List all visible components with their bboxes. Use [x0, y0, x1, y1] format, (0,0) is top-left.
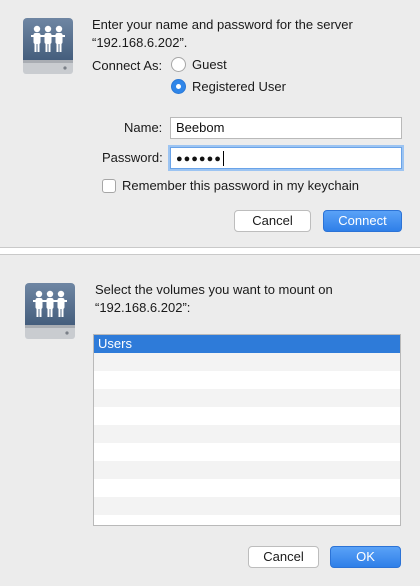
radio-button-guest[interactable]: [171, 57, 186, 72]
radio-button-registered-user[interactable]: [171, 79, 186, 94]
volume-row-empty: [94, 497, 400, 515]
name-field-value: Beebom: [176, 120, 225, 135]
connect-dialog: Enter your name and password for the ser…: [0, 0, 420, 248]
connect-button[interactable]: Connect: [323, 210, 402, 232]
prompt-line-1: Enter your name and password for the ser…: [92, 17, 353, 32]
server-share-icon: [22, 281, 78, 343]
radio-guest[interactable]: Guest: [171, 57, 227, 72]
connect-prompt: Enter your name and password for the ser…: [92, 16, 402, 52]
text-caret: [222, 151, 224, 167]
cancel-button[interactable]: Cancel: [234, 210, 311, 232]
name-field[interactable]: Beebom: [170, 117, 402, 139]
volume-row-empty: [94, 461, 400, 479]
prompt-line-1: Select the volumes you want to mount on: [95, 282, 333, 297]
remember-password-checkbox[interactable]: [102, 178, 116, 193]
password-field[interactable]: ●●●●●●: [170, 147, 402, 169]
cancel-button[interactable]: Cancel: [248, 546, 319, 568]
volume-row-empty: [94, 407, 400, 425]
remember-password-checkbox-row[interactable]: Remember this password in my keychain: [102, 178, 359, 193]
volume-row-empty: [94, 443, 400, 461]
volume-row-empty: [94, 515, 400, 525]
connect-as-label: Connect As:: [92, 58, 163, 73]
remember-password-label: Remember this password in my keychain: [122, 178, 359, 193]
volume-row-empty: [94, 479, 400, 497]
radio-registered-user[interactable]: Registered User: [171, 79, 286, 94]
volume-row-empty: [94, 353, 400, 371]
password-field-value: ●●●●●●: [176, 153, 222, 165]
volume-row-empty: [94, 425, 400, 443]
server-share-icon: [20, 16, 76, 78]
radio-registered-user-label: Registered User: [192, 79, 286, 94]
name-label: Name:: [124, 120, 163, 135]
volume-row-empty: [94, 371, 400, 389]
ok-button[interactable]: OK: [330, 546, 401, 568]
prompt-line-2: “192.168.6.202”:: [95, 300, 191, 315]
volumes-prompt: Select the volumes you want to mount on …: [95, 281, 405, 317]
volume-row-users[interactable]: Users: [94, 335, 400, 353]
volume-list[interactable]: Users: [93, 334, 401, 526]
password-label: Password:: [102, 150, 163, 165]
prompt-line-2: “192.168.6.202”.: [92, 35, 188, 50]
select-volumes-dialog: Select the volumes you want to mount on …: [0, 254, 420, 586]
radio-guest-label: Guest: [192, 57, 227, 72]
volume-row-empty: [94, 389, 400, 407]
